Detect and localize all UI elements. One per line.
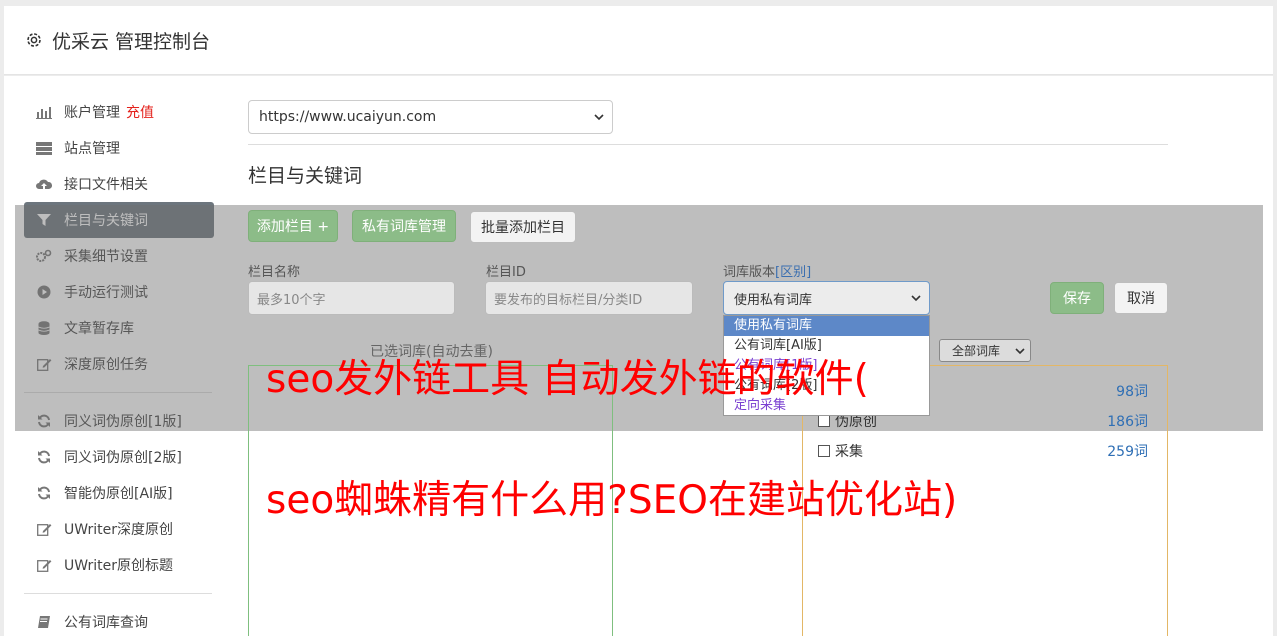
book-icon <box>36 614 52 630</box>
column-id-input[interactable]: 要发布的目标栏目/分类ID <box>485 281 693 315</box>
version-label: 词库版本[区别] <box>723 261 811 280</box>
edit-icon <box>36 557 52 573</box>
version-diff-link[interactable]: [区别] <box>775 265 811 280</box>
main-content: https://www.ucaiyun.com 栏目与关键词 <box>248 100 1168 188</box>
sidebar-item-label: UWriter原创标题 <box>64 558 173 574</box>
version-select[interactable]: 使用私有词库 <box>723 281 930 315</box>
lib-row-count: 98词 <box>1116 384 1148 400</box>
refresh-icon <box>36 485 52 501</box>
column-name-input[interactable]: 最多10个字 <box>248 281 455 315</box>
site-select[interactable]: https://www.ucaiyun.com <box>248 100 613 134</box>
chevron-down-icon <box>911 295 921 302</box>
refresh-icon <box>36 449 52 465</box>
sidebar-item-label: 接口文件相关 <box>64 177 148 193</box>
lib-category-select[interactable]: 全部词库 <box>939 339 1031 362</box>
sidebar-item-interface-files[interactable]: 接口文件相关 <box>24 166 214 202</box>
lib-checkbox[interactable] <box>818 445 830 457</box>
server-icon <box>36 140 52 156</box>
recharge-link[interactable]: 充值 <box>126 102 154 122</box>
column-name-label: 栏目名称 <box>248 265 301 280</box>
sidebar-divider <box>24 593 212 594</box>
edit-icon <box>36 521 52 537</box>
app-header: 优采云 管理控制台 <box>4 6 1273 75</box>
column-id-label: 栏目ID <box>486 265 526 280</box>
cancel-button[interactable]: 取消 <box>1114 282 1168 314</box>
chevron-down-icon <box>594 114 604 121</box>
watermark-line-2: seo蜘蛛精有什么用?SEO在建站优化站) <box>266 478 958 523</box>
sidebar-item-label: 同义词伪原创[2版] <box>64 450 182 466</box>
dropdown-option[interactable]: 使用私有词库 <box>724 316 929 336</box>
version-label-text: 词库版本 <box>723 265 776 280</box>
section-title: 栏目与关键词 <box>248 165 363 187</box>
lib-row-count: 259词 <box>1107 444 1148 460</box>
batch-add-button[interactable]: 批量添加栏目 <box>470 211 576 243</box>
private-lib-button[interactable]: 私有词库管理 <box>352 210 456 242</box>
chevron-down-icon <box>1015 347 1025 354</box>
lib-category-value: 全部词库 <box>952 344 1001 358</box>
lib-row-count: 186词 <box>1107 414 1148 430</box>
column-name-placeholder: 最多10个字 <box>257 292 326 308</box>
watermark-line-1: seo发外链工具 自动发外链的软件( <box>266 357 869 402</box>
site-select-value: https://www.ucaiyun.com <box>259 109 437 125</box>
save-button[interactable]: 保存 <box>1050 282 1104 314</box>
cloud-upload-icon <box>36 176 52 192</box>
app-title: 优采云 管理控制台 <box>52 30 211 53</box>
lib-checkbox[interactable] <box>818 415 830 427</box>
add-column-button[interactable]: 添加栏目 + <box>248 210 338 242</box>
sidebar-item-sites[interactable]: 站点管理 <box>24 130 214 166</box>
sidebar-item-uwriter-title[interactable]: UWriter原创标题 <box>24 547 214 583</box>
sidebar-item-label: 账户管理 <box>64 105 120 121</box>
lib-row-label: 采集 <box>835 444 863 460</box>
gear-icon <box>27 33 41 47</box>
lib-row[interactable]: 采集 259词 <box>818 441 1148 461</box>
sidebar-item-label: 公有词库查询 <box>64 615 148 631</box>
sidebar-item-ai-rewrite[interactable]: 智能伪原创[AI版] <box>24 475 214 511</box>
bar-chart-icon <box>36 104 52 120</box>
sidebar-item-synonym-v2[interactable]: 同义词伪原创[2版] <box>24 439 214 475</box>
sidebar-item-label: UWriter深度原创 <box>64 522 173 538</box>
column-id-placeholder: 要发布的目标栏目/分类ID <box>494 292 643 308</box>
version-select-value: 使用私有词库 <box>734 292 813 308</box>
sidebar-item-label: 站点管理 <box>64 141 120 157</box>
sidebar-item-account[interactable]: 账户管理 充值 <box>24 94 214 130</box>
sidebar-item-uwriter-deep[interactable]: UWriter深度原创 <box>24 511 214 547</box>
sidebar-item-public-lib-query[interactable]: 公有词库查询 <box>24 604 214 636</box>
divider <box>248 144 1168 145</box>
sidebar-item-label: 智能伪原创[AI版] <box>64 486 173 502</box>
